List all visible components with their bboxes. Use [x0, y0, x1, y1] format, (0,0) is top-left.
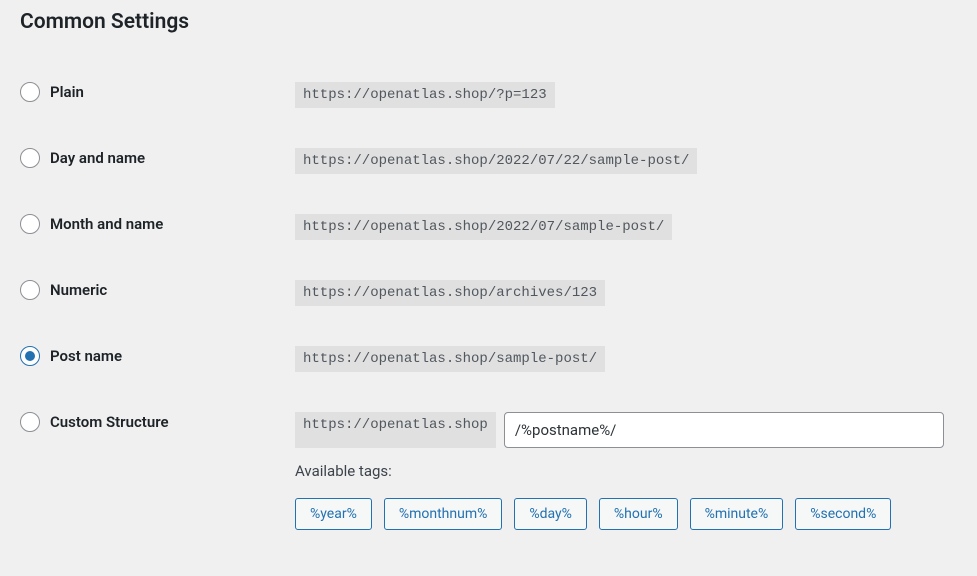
section-heading: Common Settings [20, 10, 957, 34]
option-example-month-name-wrap: https://openatlas.shop/2022/07/sample-po… [295, 214, 957, 240]
option-example-numeric: https://openatlas.shop/archives/123 [295, 280, 605, 306]
option-row-day-name: Day and name https://openatlas.shop/2022… [20, 128, 957, 194]
option-example-month-name: https://openatlas.shop/2022/07/sample-po… [295, 214, 672, 240]
available-tags-label: Available tags: [295, 462, 957, 480]
option-text-post-name: Post name [50, 347, 122, 365]
tag-button-year[interactable]: %year% [295, 498, 372, 530]
option-label-plain[interactable]: Plain [20, 82, 295, 102]
custom-prefix: https://openatlas.shop [295, 412, 496, 448]
option-label-custom[interactable]: Custom Structure [20, 412, 295, 432]
option-row-plain: Plain https://openatlas.shop/?p=123 [20, 62, 957, 128]
radio-month-name[interactable] [20, 214, 40, 234]
radio-plain[interactable] [20, 82, 40, 102]
tag-button-hour[interactable]: %hour% [599, 498, 678, 530]
option-row-custom: Custom Structure https://openatlas.shop … [20, 392, 957, 550]
option-row-numeric: Numeric https://openatlas.shop/archives/… [20, 260, 957, 326]
tag-button-day[interactable]: %day% [514, 498, 587, 530]
option-text-day-name: Day and name [50, 149, 145, 167]
tag-button-minute[interactable]: %minute% [690, 498, 784, 530]
option-label-post-name[interactable]: Post name [20, 346, 295, 366]
option-label-day-name[interactable]: Day and name [20, 148, 295, 168]
option-row-month-name: Month and name https://openatlas.shop/20… [20, 194, 957, 260]
permalink-settings-table: Plain https://openatlas.shop/?p=123 Day … [20, 62, 957, 550]
option-example-plain-wrap: https://openatlas.shop/?p=123 [295, 82, 957, 108]
radio-numeric[interactable] [20, 280, 40, 300]
custom-inline-row: https://openatlas.shop [295, 412, 957, 448]
option-custom-content: https://openatlas.shop Available tags: %… [295, 412, 957, 530]
option-example-day-name-wrap: https://openatlas.shop/2022/07/22/sample… [295, 148, 957, 174]
radio-custom[interactable] [20, 412, 40, 432]
radio-post-name[interactable] [20, 346, 40, 366]
option-example-day-name: https://openatlas.shop/2022/07/22/sample… [295, 148, 697, 174]
option-example-post-name-wrap: https://openatlas.shop/sample-post/ [295, 346, 957, 372]
radio-day-name[interactable] [20, 148, 40, 168]
custom-structure-input[interactable] [504, 412, 944, 448]
option-text-numeric: Numeric [50, 281, 107, 299]
option-text-plain: Plain [50, 83, 84, 101]
available-tags-row: %year% %monthnum% %day% %hour% %minute% … [295, 498, 957, 530]
option-text-custom: Custom Structure [50, 413, 169, 431]
tag-button-monthnum[interactable]: %monthnum% [384, 498, 503, 530]
option-label-numeric[interactable]: Numeric [20, 280, 295, 300]
option-row-post-name: Post name https://openatlas.shop/sample-… [20, 326, 957, 392]
option-example-plain: https://openatlas.shop/?p=123 [295, 82, 555, 108]
tag-button-second[interactable]: %second% [795, 498, 891, 530]
option-example-post-name: https://openatlas.shop/sample-post/ [295, 346, 605, 372]
option-example-numeric-wrap: https://openatlas.shop/archives/123 [295, 280, 957, 306]
option-label-month-name[interactable]: Month and name [20, 214, 295, 234]
option-text-month-name: Month and name [50, 215, 163, 233]
